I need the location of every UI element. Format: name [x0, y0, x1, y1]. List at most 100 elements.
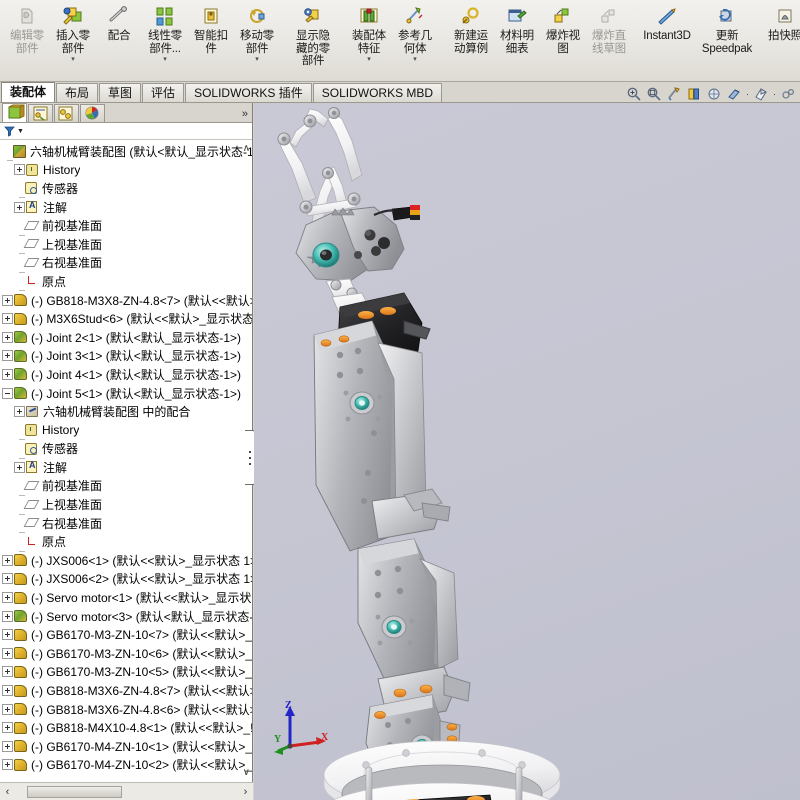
tree-expand-toggle[interactable] [2, 573, 13, 584]
scroll-right-arrow[interactable]: › [238, 784, 253, 800]
display-manager-tab[interactable] [80, 104, 105, 122]
ribbon-button-move-component[interactable]: 移动零部件 ▾ [234, 2, 280, 74]
tree-collapse-toggle[interactable] [2, 388, 13, 399]
tree-expand-toggle[interactable] [2, 592, 13, 603]
tree-row[interactable]: History [0, 421, 252, 440]
tree-row[interactable]: (-) GB818-M4X10-4.8<1> (默认<<默认>_! [0, 718, 252, 737]
tree-expand-toggle[interactable] [2, 685, 13, 696]
tree-row[interactable]: (-) JXS006<2> (默认<<默认>_显示状态 1> [0, 570, 252, 589]
tree-expand-toggle[interactable] [2, 759, 13, 770]
tree-row[interactable]: (-) M3X6Stud<6> (默认<<默认>_显示状态 1> [0, 309, 252, 328]
tree-row[interactable]: (-) Joint 2<1> (默认<默认_显示状态-1>) [0, 328, 252, 347]
scrollbar-thumb[interactable] [27, 786, 122, 798]
tree-row[interactable]: (-) JXS006<1> (默认<<默认>_显示状态 1> [0, 551, 252, 570]
ribbon-button-update-speedpak[interactable]: 更新 Speedpak [702, 2, 752, 74]
feature-tree-filter[interactable]: ▼ [0, 123, 252, 140]
ribbon-button-instant3d[interactable]: Instant3D [642, 2, 692, 74]
tree-expand-toggle[interactable] [2, 704, 13, 715]
graphics-viewport[interactable]: Z X Y [254, 103, 800, 800]
edit-appearance-icon[interactable] [753, 86, 769, 102]
feature-tree[interactable]: 六轴机械臂装配图 (默认<默认_显示状态-1>)History传感器注解前视基准… [0, 140, 252, 781]
tree-row[interactable]: (-) GB6170-M4-ZN-10<2> (默认<<默认>_ [0, 756, 252, 775]
tree-expand-toggle[interactable] [2, 313, 13, 324]
tree-expand-toggle[interactable] [14, 164, 25, 175]
ribbon-button-edit-component[interactable]: 编辑零部件 [4, 2, 50, 74]
expand-panel-chevron-icon[interactable]: » [242, 108, 248, 120]
tree-expand-toggle[interactable] [2, 350, 13, 361]
tree-row[interactable]: 六轴机械臂装配图 中的配合 [0, 402, 252, 421]
tree-row[interactable]: 右视基准面 [0, 514, 252, 533]
chevron-down-icon[interactable]: ▾ [255, 56, 259, 63]
tree-row[interactable]: 六轴机械臂装配图 (默认<默认_显示状态-1>) [0, 142, 252, 161]
tree-row[interactable]: (-) GB6170-M4-ZN-10<1> (默认<<默认>_ [0, 737, 252, 756]
tree-expand-toggle[interactable] [2, 332, 13, 343]
display-style-icon[interactable] [706, 86, 722, 102]
ribbon-button-mate[interactable]: 配合 [96, 2, 142, 74]
tree-expand-toggle[interactable] [2, 648, 13, 659]
chevron-down-icon[interactable]: ▾ [367, 56, 371, 63]
tab-evaluate[interactable]: 评估 [142, 83, 184, 102]
tree-expand-toggle[interactable] [2, 555, 13, 566]
tab-assembly[interactable]: 装配体 [1, 82, 55, 102]
tree-expand-toggle[interactable] [2, 629, 13, 640]
ribbon-button-linear-component-pattern[interactable]: 线性零部件... ▾ [142, 2, 188, 74]
tree-row[interactable]: 前视基准面 [0, 477, 252, 496]
tree-expand-toggle[interactable] [14, 406, 25, 417]
tree-row[interactable]: (-) GB6170-M3-ZN-10<7> (默认<<默认>_ [0, 625, 252, 644]
tree-scroll-up-arrow[interactable]: ∧ [243, 143, 250, 154]
tree-row[interactable]: 注解 [0, 458, 252, 477]
zoom-to-fit-icon[interactable] [626, 86, 642, 102]
ribbon-button-show-hidden-components[interactable]: 显示隐藏的零部件 [290, 2, 336, 74]
apply-scene-icon[interactable] [780, 86, 796, 102]
tree-horizontal-scrollbar[interactable]: ‹ › [0, 782, 253, 800]
tree-expand-toggle[interactable] [2, 722, 13, 733]
tree-row[interactable]: 传感器 [0, 179, 252, 198]
tree-row[interactable]: 上视基准面 [0, 495, 252, 514]
tree-scroll-down-arrow[interactable]: ∨ [243, 767, 250, 778]
ribbon-button-smart-fasteners[interactable]: 智能扣件 [188, 2, 234, 74]
tree-row[interactable]: 注解 [0, 198, 252, 217]
zoom-to-area-icon[interactable] [646, 86, 662, 102]
ribbon-button-bill-of-materials[interactable]: 材料明细表 [494, 2, 540, 74]
tree-expand-toggle[interactable] [2, 611, 13, 622]
tree-expand-toggle[interactable] [2, 666, 13, 677]
tree-row[interactable]: (-) GB818-M3X6-ZN-4.8<7> (默认<<默认> [0, 681, 252, 700]
tree-row[interactable]: 原点 [0, 272, 252, 291]
ribbon-button-new-motion-study[interactable]: 新建运动算例 [448, 2, 494, 74]
tree-row[interactable]: (-) GB6170-M3-ZN-10<5> (默认<<默认>_ [0, 663, 252, 682]
view-orientation-icon[interactable] [686, 86, 702, 102]
feature-manager-tab[interactable] [2, 103, 27, 122]
ribbon-button-assembly-features[interactable]: 装配体特征 ▾ [346, 2, 392, 74]
tree-row[interactable]: History [0, 161, 252, 180]
ribbon-button-explode-line-sketch[interactable]: 爆炸直线草图 [586, 2, 632, 74]
ribbon-button-take-snapshot[interactable]: 拍快照 [762, 2, 800, 74]
tree-row[interactable]: (-) Servo motor<3> (默认<默认_显示状态- [0, 607, 252, 626]
tree-expand-toggle[interactable] [2, 295, 13, 306]
tree-expand-toggle[interactable] [2, 369, 13, 380]
chevron-down-icon[interactable]: ▾ [163, 56, 167, 63]
tree-row[interactable]: (-) Joint 4<1> (默认<默认_显示状态-1>) [0, 365, 252, 384]
ribbon-button-exploded-view[interactable]: 爆炸视图 [540, 2, 586, 74]
chevron-down-icon[interactable]: ▼ [17, 128, 24, 135]
chevron-down-icon[interactable]: ▾ [71, 56, 75, 63]
scroll-left-arrow[interactable]: ‹ [0, 784, 15, 800]
tree-row[interactable]: 前视基准面 [0, 216, 252, 235]
tree-row[interactable]: 传感器 [0, 440, 252, 459]
tree-row[interactable]: (-) GB6170-M3-ZN-10<6> (默认<<默认>_ [0, 644, 252, 663]
tree-expand-toggle[interactable] [14, 462, 25, 473]
tree-row[interactable]: 上视基准面 [0, 235, 252, 254]
tree-expand-toggle[interactable] [2, 741, 13, 752]
ribbon-button-insert-component[interactable]: 插入零部件 ▾ [50, 2, 96, 74]
configuration-manager-tab[interactable] [54, 104, 79, 122]
tree-row[interactable]: (-) GB818-M3X8-ZN-4.8<7> (默认<<默认>_! [0, 291, 252, 310]
tab-solidworks-mbd[interactable]: SOLIDWORKS MBD [313, 83, 442, 102]
section-view-icon[interactable] [666, 86, 682, 102]
tree-row[interactable]: (-) GB818-M3X6-ZN-4.8<6> (默认<<默认> [0, 700, 252, 719]
tree-row[interactable]: (-) Joint 3<1> (默认<默认_显示状态-1>) [0, 347, 252, 366]
ribbon-button-reference-geometry[interactable]: 参考几何体 ▾ [392, 2, 438, 74]
chevron-down-icon[interactable]: ▾ [413, 56, 417, 63]
tree-row[interactable]: (-) Servo motor<1> (默认<<默认>_显示状 [0, 588, 252, 607]
tree-row[interactable]: 右视基准面 [0, 254, 252, 273]
hide-show-items-icon[interactable] [726, 86, 742, 102]
tab-layout[interactable]: 布局 [56, 83, 98, 102]
